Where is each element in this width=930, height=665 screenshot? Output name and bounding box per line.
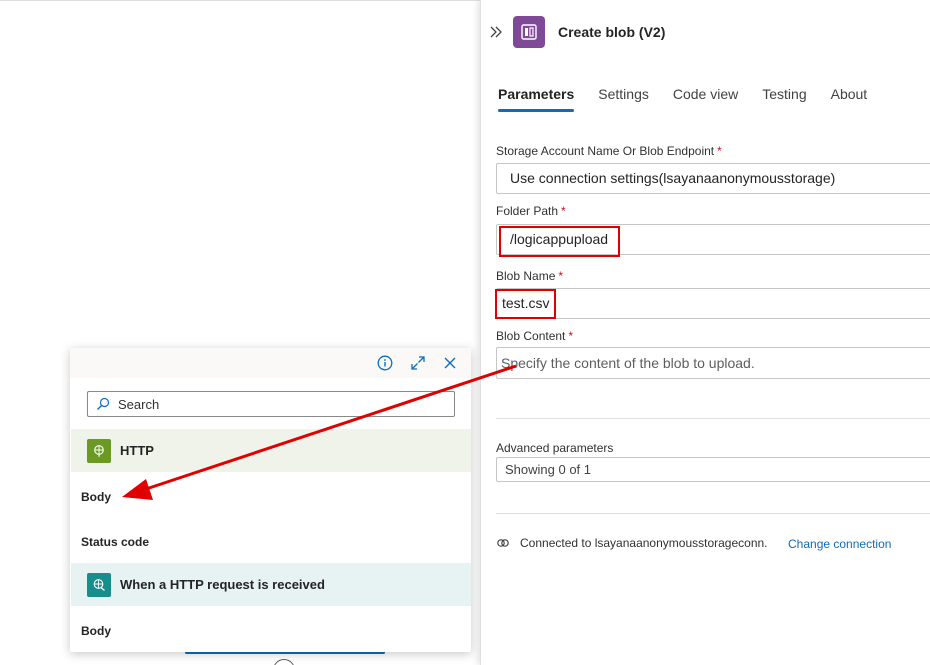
storage-account-label: Storage Account Name Or Blob Endpoint * — [496, 144, 722, 158]
blob-name-field[interactable]: test.csv — [496, 288, 930, 319]
advanced-parameters-value: Showing 0 of 1 — [505, 462, 592, 477]
group-http-label: HTTP — [120, 443, 154, 458]
blob-content-label-text: Blob Content — [496, 329, 566, 343]
folder-path-label: Folder Path * — [496, 204, 566, 218]
section-divider — [496, 418, 930, 419]
add-step-button[interactable] — [273, 659, 295, 665]
connection-info: Connected to lsayanaanonymousstorageconn… — [496, 535, 768, 551]
canvas-top-border — [0, 0, 480, 1]
section-divider — [496, 513, 930, 514]
folder-path-label-text: Folder Path — [496, 204, 559, 218]
group-http[interactable]: HTTP — [71, 429, 471, 472]
required-marker: * — [558, 269, 564, 283]
close-icon[interactable] — [441, 354, 459, 372]
panel-title: Create blob (V2) — [558, 24, 666, 40]
group-http-request-label: When a HTTP request is received — [120, 577, 325, 592]
blob-name-label-text: Blob Name — [496, 269, 556, 283]
http-request-icon — [87, 572, 111, 597]
search-input[interactable] — [118, 396, 438, 412]
tab-parameters[interactable]: Parameters — [498, 86, 575, 112]
token-http-body[interactable]: Body — [81, 490, 111, 504]
blob-name-label: Blob Name * — [496, 269, 563, 283]
storage-account-value: Use connection settings(lsayanaanonymous… — [510, 170, 836, 186]
expand-icon[interactable] — [409, 354, 427, 372]
collapse-panel-icon[interactable] — [489, 22, 505, 42]
blob-content-field[interactable]: Specify the content of the blob to uploa… — [496, 347, 930, 379]
dynamic-content-popup: HTTP Body Status code When a HTTP reques… — [70, 348, 471, 652]
blob-content-label: Blob Content * — [496, 329, 573, 343]
token-request-body[interactable]: Body — [81, 624, 111, 638]
http-globe-icon — [87, 438, 111, 463]
required-marker: * — [561, 204, 566, 218]
group-http-request[interactable]: When a HTTP request is received — [71, 563, 471, 606]
advanced-parameters-label: Advanced parameters — [496, 441, 614, 455]
tab-settings[interactable]: Settings — [598, 86, 649, 112]
change-connection-link[interactable]: Change connection — [788, 537, 891, 551]
tab-testing[interactable]: Testing — [762, 86, 806, 112]
required-marker: * — [568, 329, 574, 343]
info-icon[interactable] — [376, 354, 394, 372]
folder-path-field[interactable]: /logicappupload — [496, 224, 930, 255]
panel-tabs: Parameters Settings Code view Testing Ab… — [498, 86, 891, 112]
storage-account-field[interactable]: Use connection settings(lsayanaanonymous… — [496, 163, 930, 194]
connection-link-icon — [496, 535, 512, 551]
connection-text: Connected to lsayanaanonymousstorageconn… — [520, 536, 768, 550]
blob-content-placeholder: Specify the content of the blob to uploa… — [501, 355, 755, 371]
folder-path-value: /logicappupload — [510, 231, 609, 247]
required-marker: * — [717, 144, 722, 158]
token-http-status-code[interactable]: Status code — [81, 535, 149, 549]
popup-header — [70, 348, 471, 378]
storage-account-label-text: Storage Account Name Or Blob Endpoint — [496, 144, 715, 158]
tab-about[interactable]: About — [831, 86, 868, 112]
search-icon — [88, 397, 118, 411]
action-details-panel: Create blob (V2) Parameters Settings Cod… — [480, 0, 930, 665]
storage-blob-icon — [513, 16, 545, 48]
advanced-parameters-dropdown[interactable]: Showing 0 of 1 — [496, 457, 930, 482]
tab-code-view[interactable]: Code view — [673, 86, 738, 112]
search-box[interactable] — [87, 391, 455, 417]
blob-name-value: test.csv — [502, 295, 550, 311]
